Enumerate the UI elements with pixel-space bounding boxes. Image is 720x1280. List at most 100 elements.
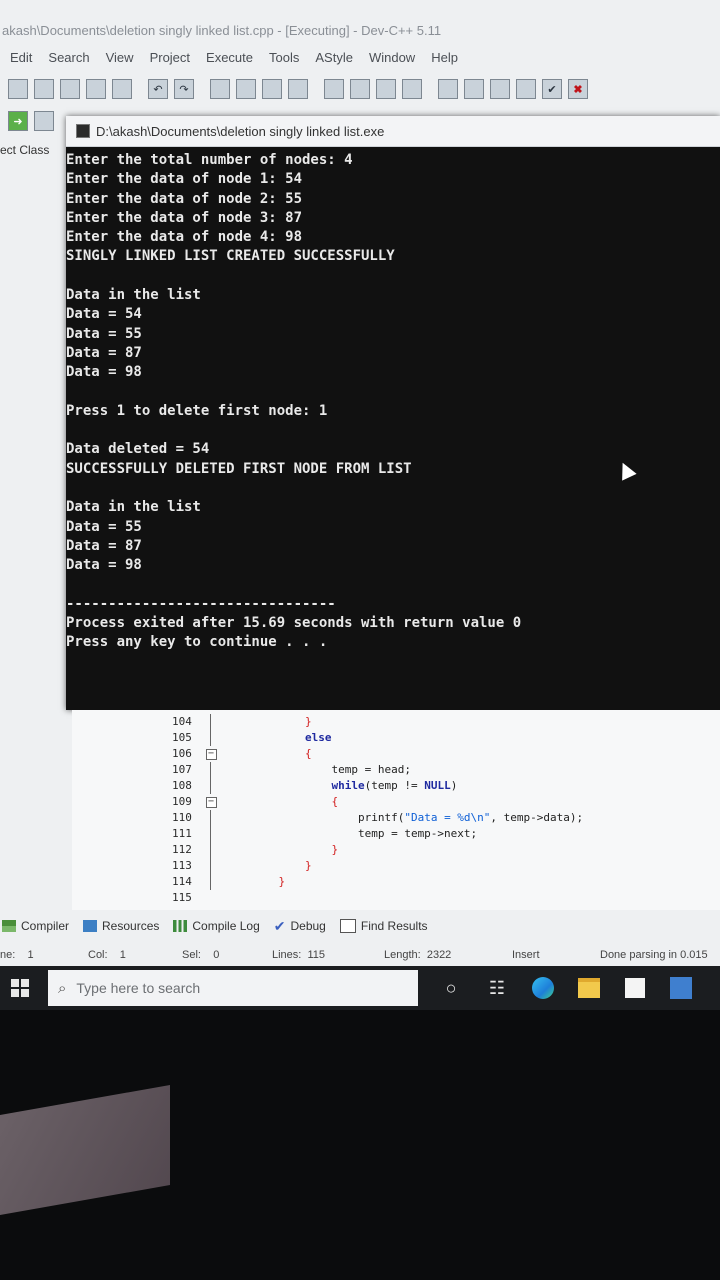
tab-resources[interactable]: Resources (83, 919, 159, 933)
menu-bar: Edit Search View Project Execute Tools A… (0, 44, 720, 70)
menu-search[interactable]: Search (48, 50, 89, 65)
code-line[interactable]: 111 temp = temp->next; (72, 826, 720, 842)
tab-compiler[interactable]: Compiler (2, 919, 69, 933)
new-file-icon[interactable] (8, 79, 28, 99)
run-icon[interactable] (350, 79, 370, 99)
line-number: 105 (172, 731, 192, 744)
goto-line-icon[interactable] (262, 79, 282, 99)
console-line: Data = 98 (66, 557, 142, 574)
code-line[interactable]: 110 printf("Data = %d\n", temp->data); (72, 810, 720, 826)
window-icon[interactable] (464, 79, 484, 99)
fold-toggle-icon[interactable] (206, 746, 217, 762)
fold-guide (210, 810, 211, 826)
save-icon[interactable] (60, 79, 80, 99)
console-title-bar[interactable]: D:\akash\Documents\deletion singly linke… (66, 116, 720, 147)
code-text: } (304, 859, 312, 872)
start-button[interactable] (0, 966, 40, 1010)
line-number: 114 (172, 875, 192, 888)
line-number: 109 (172, 795, 192, 808)
edge-icon[interactable] (530, 975, 556, 1001)
menu-help[interactable]: Help (431, 50, 458, 65)
fold-guide (210, 714, 211, 730)
open-file-icon[interactable] (34, 79, 54, 99)
fold-toggle-icon[interactable] (206, 794, 217, 810)
cortana-icon[interactable]: ○ (438, 975, 464, 1001)
goto-bookmark-icon[interactable] (288, 79, 308, 99)
find-icon[interactable] (210, 79, 230, 99)
console-line: Data in the list (66, 287, 201, 304)
chart-icon[interactable] (490, 79, 510, 99)
code-line[interactable]: 108 while(temp != NULL) (72, 778, 720, 794)
print-icon[interactable] (112, 79, 132, 99)
console-app-icon (76, 124, 90, 138)
store-icon[interactable] (622, 975, 648, 1001)
code-line[interactable]: 114 } (72, 874, 720, 890)
rebuild-icon[interactable] (402, 79, 422, 99)
code-line[interactable]: 105 else (72, 730, 720, 746)
code-line[interactable]: 112 } (72, 842, 720, 858)
menu-window[interactable]: Window (369, 50, 415, 65)
find-results-icon (339, 919, 356, 933)
taskbar-search[interactable]: ⌕ Type here to search (48, 970, 418, 1006)
code-text: } (331, 843, 339, 856)
tab-compile-log[interactable]: Compile Log (173, 919, 260, 933)
status-message: Done parsing in 0.015 (600, 949, 708, 961)
code-line[interactable]: 113 } (72, 858, 720, 874)
fold-guide (210, 730, 211, 746)
console-line: Enter the total number of nodes: 4 (66, 152, 353, 168)
compile-icon[interactable] (324, 79, 344, 99)
panel-icon[interactable] (34, 111, 54, 131)
devcpp-icon[interactable] (668, 975, 694, 1001)
search-icon: ⌕ (58, 979, 67, 997)
compile-run-icon[interactable] (376, 79, 396, 99)
taskbar: ⌕ Type here to search ○ ☷ (0, 966, 720, 1010)
save-all-icon[interactable] (86, 79, 106, 99)
tab-find-results[interactable]: Find Results (339, 919, 428, 933)
line-number: 113 (172, 859, 192, 872)
code-editor[interactable]: 104 }105 else106 {107 temp = head;108 wh… (72, 710, 720, 910)
file-explorer-icon[interactable] (576, 975, 602, 1001)
status-mode: Insert (512, 949, 540, 961)
task-view-icon[interactable]: ☷ (484, 975, 510, 1001)
console-output: Enter the total number of nodes: 4 Enter … (66, 147, 720, 653)
code-line[interactable]: 106 { (72, 746, 720, 762)
code-line[interactable]: 107 temp = head; (72, 762, 720, 778)
undo-icon[interactable]: ↶ (148, 79, 168, 99)
code-line[interactable]: 115 (72, 890, 720, 906)
tab-debug[interactable]: ✔ Debug (274, 918, 326, 935)
console-line: Enter the data of node 2: 55 (66, 190, 303, 207)
status-bar: ne: 1 Col: 1 Sel: 0 Lines: 115 Length: 2… (0, 944, 720, 966)
console-line: Enter the data of node 3: 87 (66, 209, 303, 226)
close-icon[interactable]: ✖ (568, 79, 588, 99)
redo-icon[interactable]: ↷ (174, 79, 194, 99)
grid-icon[interactable] (438, 79, 458, 99)
code-line[interactable]: 109 { (72, 794, 720, 810)
console-line: Data deleted = 54 (66, 441, 210, 458)
bottom-panel-tabs: Compiler Resources Compile Log ✔ Debug F… (0, 914, 720, 938)
tiles-icon[interactable] (516, 79, 536, 99)
fold-guide (210, 842, 211, 858)
console-window[interactable]: D:\akash\Documents\deletion singly linke… (66, 116, 720, 710)
debug-check-icon: ✔ (273, 917, 286, 934)
menu-execute[interactable]: Execute (206, 50, 253, 65)
window-title: akash\Documents\deletion singly linked l… (2, 23, 442, 38)
toolbar-separator (200, 80, 204, 98)
menu-astyle[interactable]: AStyle (315, 50, 353, 65)
arrow-right-icon[interactable]: ➜ (8, 111, 28, 131)
replace-icon[interactable] (236, 79, 256, 99)
code-line[interactable]: 104 } (72, 714, 720, 730)
project-class-tabs[interactable]: ect Class (0, 143, 70, 157)
menu-tools[interactable]: Tools (269, 50, 299, 65)
fold-guide (210, 762, 211, 778)
menu-view[interactable]: View (106, 50, 134, 65)
menu-edit[interactable]: Edit (10, 50, 32, 65)
line-number: 108 (172, 779, 192, 792)
menu-project[interactable]: Project (150, 50, 190, 65)
code-text: else (304, 731, 332, 744)
toolbar-separator (428, 80, 432, 98)
check-icon[interactable]: ✔ (542, 79, 562, 99)
